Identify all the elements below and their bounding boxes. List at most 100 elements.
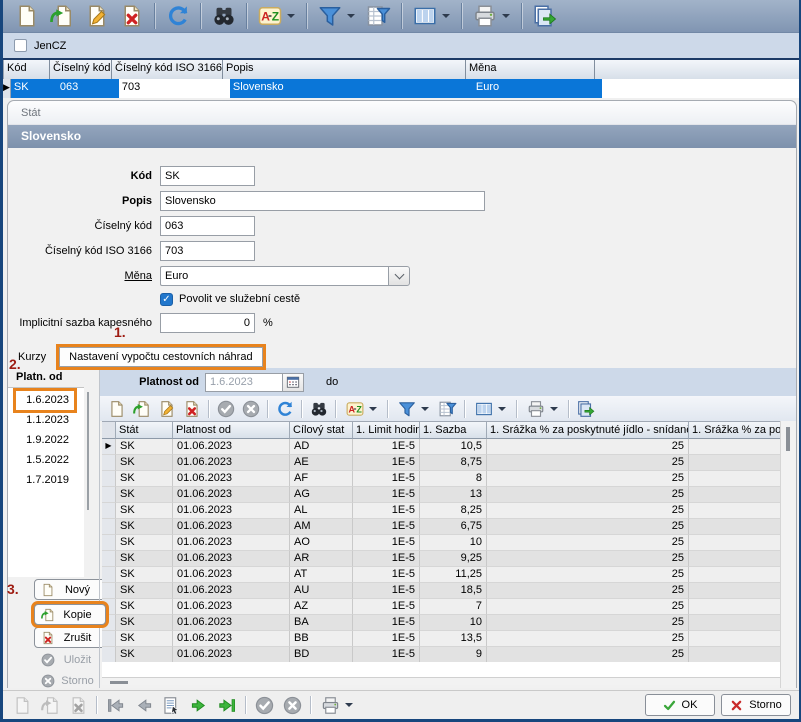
- filter-grid-button[interactable]: [435, 398, 460, 420]
- calendar-button[interactable]: [283, 373, 304, 392]
- table-row[interactable]: SK01.06.2023BB1E-513,525: [102, 631, 784, 647]
- popis-input[interactable]: [160, 191, 485, 211]
- sort-az-button[interactable]: AZ: [340, 398, 383, 420]
- print-button[interactable]: [467, 2, 516, 30]
- find-button[interactable]: [206, 2, 241, 30]
- mena-label[interactable]: Měna: [8, 270, 160, 282]
- column-header[interactable]: 1. Srážka % za poskytnuté jídlo - snídan…: [487, 422, 689, 439]
- vscroll-thumb[interactable]: [786, 427, 790, 451]
- column-header[interactable]: Kód: [4, 60, 50, 79]
- sort-az-button[interactable]: AZ: [252, 2, 301, 30]
- table-cell: 25: [487, 503, 689, 519]
- print-button[interactable]: [521, 398, 564, 420]
- nav-last-button[interactable]: [213, 693, 241, 717]
- nav-next-button[interactable]: [185, 693, 213, 717]
- kod-input[interactable]: [160, 166, 255, 186]
- ok-circle-button[interactable]: [250, 693, 278, 717]
- column-header[interactable]: Cílový stat: [290, 422, 353, 439]
- ok-button[interactable]: OK: [645, 694, 715, 716]
- export-button[interactable]: [527, 2, 562, 30]
- table-cell: 25: [487, 487, 689, 503]
- validity-date-item[interactable]: 1.5.2022: [16, 451, 74, 470]
- cancel-circle-button[interactable]: [278, 693, 306, 717]
- refresh-button[interactable]: [272, 398, 297, 420]
- kopie-side-button[interactable]: Kopie: [34, 604, 106, 625]
- column-header[interactable]: Popis: [223, 60, 466, 79]
- platnost-od-input[interactable]: [205, 373, 283, 392]
- delete-button[interactable]: [179, 398, 204, 420]
- hscroll-thumb[interactable]: [110, 681, 128, 684]
- validity-date-item[interactable]: 1.7.2019: [16, 471, 74, 490]
- table-row[interactable]: ▶SK01.06.2023AD1E-510,525: [102, 439, 784, 455]
- delete-button[interactable]: [114, 2, 149, 30]
- table-row[interactable]: SK01.06.2023AO1E-51025: [102, 535, 784, 551]
- table-row[interactable]: SK01.06.2023AM1E-56,7525: [102, 519, 784, 535]
- column-header[interactable]: Platnost od: [173, 422, 290, 439]
- filter-button[interactable]: [312, 2, 361, 30]
- column-header[interactable]: 1. Srážka % za pos: [689, 422, 784, 439]
- nový-side-button[interactable]: Nový: [34, 579, 106, 600]
- kapesne-input[interactable]: [160, 313, 255, 333]
- column-header[interactable]: Měna: [466, 60, 595, 79]
- side-button-label: Kopie: [58, 609, 105, 621]
- toolbar-separator: [306, 3, 307, 29]
- table-row[interactable]: SK01.06.2023BA1E-51025: [102, 615, 784, 631]
- table-cell: 1E-5: [353, 647, 420, 663]
- horizontal-scrollbar[interactable]: [102, 677, 784, 685]
- kapesne-label: Implicitní sazba kapesného: [8, 317, 160, 329]
- table-row[interactable]: SK01.06.2023AR1E-59,2525: [102, 551, 784, 567]
- table-row[interactable]: SK01.06.2023AT1E-511,2525: [102, 567, 784, 583]
- edit-button[interactable]: [79, 2, 114, 30]
- new-document-button[interactable]: [104, 398, 129, 420]
- edit-icon: [158, 400, 176, 418]
- export-button[interactable]: [573, 398, 598, 420]
- vertical-scrollbar[interactable]: [780, 421, 795, 688]
- table-row[interactable]: SK01.06.2023AZ1E-5725: [102, 599, 784, 615]
- mena-dropdown-button[interactable]: [388, 266, 410, 286]
- table-row[interactable]: ▶SK063703SlovenskoEuro: [3, 79, 799, 98]
- ok-circle-button[interactable]: [213, 398, 238, 420]
- storno-button[interactable]: Storno: [721, 694, 791, 716]
- filter-grid-button[interactable]: [361, 2, 396, 30]
- column-header[interactable]: Číselný kód: [50, 60, 112, 79]
- table-row[interactable]: SK01.06.2023AU1E-518,525: [102, 583, 784, 599]
- table-row[interactable]: SK01.06.2023AF1E-5825: [102, 471, 784, 487]
- column-header[interactable]: Číselný kód ISO 3166: [112, 60, 223, 79]
- table-row[interactable]: SK01.06.2023AL1E-58,2525: [102, 503, 784, 519]
- copy-button[interactable]: [44, 2, 79, 30]
- ciselny-kod-input[interactable]: [160, 216, 255, 236]
- column-header[interactable]: Stát: [116, 422, 173, 439]
- print-button[interactable]: [315, 693, 359, 717]
- new-document-button[interactable]: [9, 2, 44, 30]
- columns-button[interactable]: [469, 398, 512, 420]
- chevron-down-icon: [394, 269, 404, 279]
- platnost-od-label: Platnost od: [100, 376, 205, 388]
- copy-button[interactable]: [129, 398, 154, 420]
- column-header[interactable]: 1. Limit hodin: [353, 422, 420, 439]
- nav-first-button[interactable]: [101, 693, 129, 717]
- mena-input[interactable]: [160, 266, 388, 286]
- validity-date-item[interactable]: 1.9.2022: [16, 431, 74, 450]
- edit-button[interactable]: [154, 398, 179, 420]
- column-header[interactable]: 1. Sazba: [420, 422, 487, 439]
- validity-date-item[interactable]: 1.1.2023: [16, 411, 74, 430]
- table-row[interactable]: SK01.06.2023AG1E-51325: [102, 487, 784, 503]
- nav-list-button[interactable]: [157, 693, 185, 717]
- filter-button[interactable]: [392, 398, 435, 420]
- povolit-checkbox[interactable]: ✓: [160, 293, 173, 306]
- jencz-checkbox[interactable]: [14, 39, 27, 52]
- nav-prev-button[interactable]: [129, 693, 157, 717]
- tab-nastaveni-nahrad[interactable]: Nastavení vypočtu cestovních náhrad: [59, 347, 262, 367]
- refresh-button[interactable]: [160, 2, 195, 30]
- columns-button[interactable]: [407, 2, 456, 30]
- table-cell: AL: [290, 503, 353, 519]
- filter-icon: [398, 400, 416, 418]
- cancel-circle-button[interactable]: [238, 398, 263, 420]
- validity-date-item[interactable]: 1.6.2023: [16, 391, 74, 410]
- find-button[interactable]: [306, 398, 331, 420]
- validity-list-scrollbar[interactable]: [87, 392, 89, 510]
- iso-kod-input[interactable]: [160, 241, 255, 261]
- zrušit-side-button[interactable]: Zrušit: [34, 627, 106, 648]
- table-row[interactable]: SK01.06.2023BD1E-5925: [102, 647, 784, 663]
- table-row[interactable]: SK01.06.2023AE1E-58,7525: [102, 455, 784, 471]
